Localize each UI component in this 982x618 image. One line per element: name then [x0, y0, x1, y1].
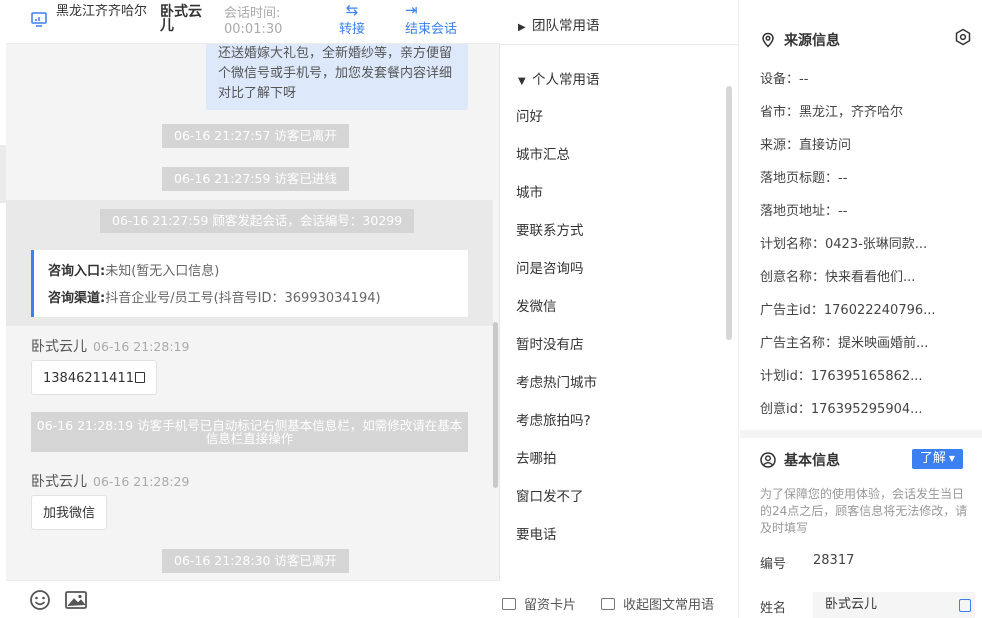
personal-phrases-group[interactable]: ▼ 个人常用语 [518, 68, 600, 88]
caret-down-icon: ▼ [948, 454, 956, 463]
quick-phrases-panel: ▶ 团队常用语 ▼ 个人常用语 问好 城市汇总 城市 要联系方式 问是咨询吗 发微信… [500, 0, 739, 618]
card-icon [601, 598, 615, 610]
phrase-item[interactable]: 考虑旅拍吗? [516, 409, 591, 429]
divider [500, 44, 739, 45]
user-circle-icon [760, 452, 776, 468]
id-label: 编号 [760, 557, 787, 572]
info-row-device: 设备：-- [760, 72, 809, 87]
copy-icon[interactable] [959, 599, 971, 612]
visitor-message[interactable]: 13846211411 [31, 360, 157, 395]
info-row-plan-name: 计划名称：0423-张琳同款... [760, 237, 928, 252]
end-session-button[interactable]: ⇥ 结束会话 [395, 0, 473, 44]
chat-scrollbar[interactable] [493, 322, 498, 488]
chat-header: 黑龙江齐齐哈尔 卧式云儿 会话时间: 00:01:30 ⇆ 转接 ⇥ 结束会话 [6, 0, 500, 44]
system-event: 06-16 21:27:59 访客已进线 [162, 167, 349, 191]
info-row-creative-name: 创意名称：快来看看他们... [760, 270, 916, 285]
transfer-icon: ⇆ [345, 1, 359, 19]
transfer-label: 转接 [338, 22, 365, 37]
system-event: 06-16 21:27:59 顾客发起会话，会话编号：30299 [100, 209, 415, 233]
phrase-item[interactable]: 暂时没有店 [516, 333, 584, 353]
team-phrases-group[interactable]: ▶ 团队常用语 [518, 14, 600, 34]
collapse-phrases-button[interactable]: 收起图文常用语 [601, 594, 714, 613]
system-event: 06-16 21:27:57 访客已离开 [162, 124, 349, 148]
phrase-item[interactable]: 城市 [516, 181, 543, 201]
leave-card-button[interactable]: 留资卡片 [502, 594, 576, 613]
message-sender: 卧式云儿 06-16 21:28:29 [31, 474, 190, 490]
info-row-landing-url: 落地页地址：-- [760, 204, 848, 219]
info-row-landing-title: 落地页标题：-- [760, 171, 848, 186]
info-row-creative-id: 创意id：176395295904... [760, 402, 923, 417]
location-pin-icon [762, 32, 774, 48]
phrases-scrollbar[interactable] [726, 86, 732, 340]
phone-auto-mark-notice: 06-16 21:28:19 访客手机号已自动标记右侧基本信息栏，如需修改请在基… [31, 412, 468, 452]
phrase-item[interactable]: 问是咨询吗 [516, 257, 584, 277]
phrase-item[interactable]: 要联系方式 [516, 219, 584, 239]
chat-panel: 黑龙江齐齐哈尔 卧式云儿 会话时间: 00:01:30 ⇆ 转接 ⇥ 结束会话 … [6, 0, 500, 618]
section-divider [740, 430, 982, 438]
session-time-label: 会话时间: [224, 6, 281, 21]
chat-messages[interactable]: 还送婚嫁大礼包，全新婚纱等，亲方便留个微信号或手机号，加您发套餐内容详细对比了解… [6, 44, 500, 580]
learn-more-button[interactable]: 了解 ▼ [912, 449, 963, 469]
transfer-button[interactable]: ⇆ 转接 [317, 0, 387, 44]
visitor-location: 黑龙江齐齐哈尔 [56, 4, 148, 19]
name-field[interactable]: 卧式云儿 [813, 592, 975, 618]
entry-row: 咨询入口:未知(暂无入口信息) [48, 264, 220, 279]
phrase-item[interactable]: 要电话 [516, 523, 557, 543]
basic-info-title: 基本信息 [760, 450, 840, 470]
info-row-source: 来源：直接访问 [760, 138, 852, 153]
consult-info-card: 咨询入口:未知(暂无入口信息) 咨询渠道:抖音企业号/员工号(抖音号ID：369… [31, 250, 468, 317]
app-root: { "header": { "location": "黑龙江齐齐哈尔", "vi… [0, 0, 982, 618]
copy-icon[interactable] [134, 372, 145, 383]
caret-right-icon: ▶ [518, 22, 526, 33]
info-row-plan-id: 计划id：176395165862... [760, 369, 923, 384]
image-icon[interactable] [64, 589, 88, 611]
monitor-icon [31, 12, 47, 27]
smile-icon[interactable] [28, 589, 52, 611]
info-row-advertiser-id: 广告主id：176022240796... [760, 303, 936, 318]
card-icon [502, 598, 516, 610]
agent-message-bubble: 还送婚嫁大礼包，全新婚纱等，亲方便留个微信号或手机号，加您发套餐内容详细对比了解… [206, 44, 468, 110]
phrase-item[interactable]: 城市汇总 [516, 143, 570, 163]
phrase-item[interactable]: 窗口发不了 [516, 485, 584, 505]
settings-icon[interactable] [954, 28, 972, 46]
channel-row: 咨询渠道:抖音企业号/员工号(抖音号ID：36993034194) [48, 291, 381, 306]
source-info-title: 来源信息 [760, 30, 840, 50]
visitor-message[interactable]: 加我微信 [31, 495, 108, 530]
visitor-name: 卧式云儿 [160, 4, 202, 34]
session-time-value: 00:01:30 [224, 22, 283, 37]
chat-footer-toolbar [6, 580, 500, 618]
id-value: 28317 [813, 553, 855, 568]
name-label: 姓名 [760, 601, 787, 616]
system-event: 06-16 21:28:30 访客已离开 [162, 549, 349, 573]
caret-down-icon: ▼ [518, 76, 526, 87]
logout-icon: ⇥ [405, 1, 418, 19]
phrase-item[interactable]: 考虑热门城市 [516, 371, 597, 391]
phrase-item[interactable]: 去哪拍 [516, 447, 557, 467]
phrases-footer: 留资卡片 收起图文常用语 [500, 588, 739, 618]
message-sender: 卧式云儿 06-16 21:28:19 [31, 339, 190, 355]
visitor-info-panel: 来源信息 设备：-- 省市：黑龙江，齐齐哈尔 来源：直接访问 落地页标题：-- … [740, 0, 982, 618]
info-row-province: 省市：黑龙江，齐齐哈尔 [760, 105, 904, 120]
phrase-item[interactable]: 发微信 [516, 295, 557, 315]
phrase-item[interactable]: 问好 [516, 105, 543, 125]
info-row-advertiser-name: 广告主名称：提米映画婚前... [760, 336, 929, 351]
end-session-label: 结束会话 [405, 22, 458, 37]
basic-info-hint: 为了保障您的使用体验，会话发生当日的24点之后，顾客信息将无法修改，请及时填写 [760, 487, 968, 535]
